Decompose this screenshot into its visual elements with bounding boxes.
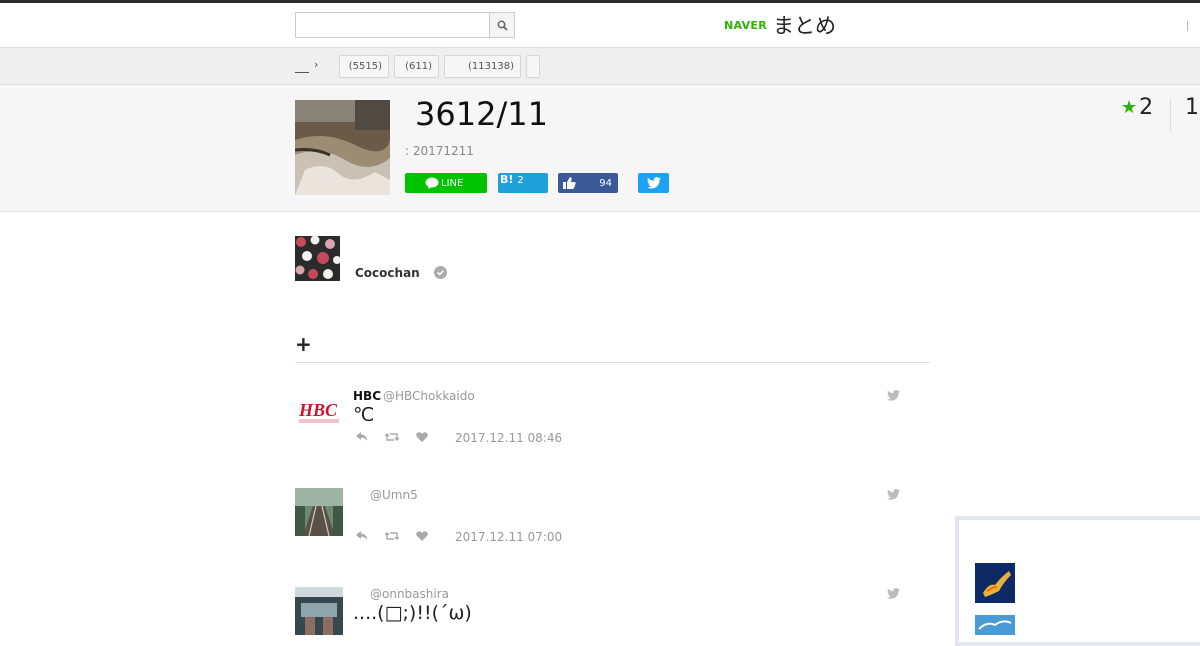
hatena-icon: B! [500, 173, 514, 186]
tweet-actions [353, 529, 443, 543]
tweet-handle[interactable]: @onnbashira [370, 587, 449, 601]
stats-divider [1170, 98, 1171, 132]
line-icon [425, 177, 439, 189]
verified-icon [434, 266, 447, 279]
line-share-button[interactable]: LINE [405, 173, 487, 193]
reply-icon[interactable] [353, 529, 371, 543]
tweet-handle: @HBChokkaido [383, 389, 475, 403]
star-icon: ★ [1121, 97, 1138, 118]
embedded-tweet: @onnbashira ....(□;)!!(´ω) [295, 587, 905, 635]
tweet-timestamp[interactable]: 2017.12.11 08:46 [455, 431, 562, 445]
page-title: 3612/11 [415, 95, 548, 133]
facebook-like-count: 94 [599, 177, 612, 189]
hatena-bookmark-button[interactable]: B! 2 [498, 173, 548, 193]
tweet-avatar[interactable]: HBC [295, 389, 343, 437]
logo-brand: NAVER [724, 18, 767, 32]
tweet-avatar[interactable] [295, 488, 343, 536]
search-button[interactable] [489, 12, 515, 38]
tweet-author[interactable]: HBC @HBChokkaido [353, 389, 475, 403]
tweet-actions [353, 430, 443, 444]
author-name[interactable]: Cocochan [355, 266, 420, 280]
article-date: : 20171211 [405, 144, 474, 158]
section-heading: + [295, 332, 312, 356]
reply-icon[interactable] [353, 430, 371, 444]
retweet-icon[interactable] [383, 430, 401, 444]
twitter-bird-icon[interactable] [887, 390, 900, 401]
heart-icon[interactable] [413, 430, 431, 444]
category-bar: › (5515) (611) (113138) [0, 48, 1200, 85]
article-header: 3612/11 : 20171211 LINE B! 2 94 ★ 2 1 [0, 85, 1200, 212]
retweet-icon[interactable] [383, 529, 401, 543]
category-pill[interactable]: (5515) [339, 55, 389, 78]
related-matome-panel [955, 516, 1200, 646]
article-thumbnail[interactable] [295, 100, 390, 195]
hatena-count: 2 [517, 175, 524, 186]
header-divider [1187, 21, 1188, 31]
heart-icon[interactable] [413, 529, 431, 543]
tweet-handle[interactable]: @Umn5 [370, 488, 418, 502]
author-avatar[interactable] [295, 236, 340, 281]
favorite-count[interactable]: ★ 2 [1121, 95, 1153, 120]
view-count: 1 [1185, 95, 1199, 120]
search-icon [497, 20, 508, 31]
embedded-tweet: @Umn5 2017.12.11 07:00 [295, 488, 905, 558]
logo-name: まとめ [772, 14, 836, 38]
thumbs-up-icon [563, 177, 576, 189]
tweet-avatar[interactable] [295, 587, 343, 635]
twitter-bird-icon [646, 177, 661, 189]
tweet-timestamp[interactable]: 2017.12.11 07:00 [455, 530, 562, 544]
twitter-bird-icon[interactable] [887, 489, 900, 500]
search-input[interactable] [295, 12, 490, 38]
embedded-tweet: HBC HBC @HBChokkaido ℃ 2017.12.11 08:46 [295, 389, 905, 459]
chevron-right-icon: › [314, 58, 319, 71]
category-pill[interactable]: (113138) [444, 55, 521, 78]
category-pill[interactable] [526, 55, 540, 78]
related-thumbnail[interactable] [975, 615, 1015, 635]
category-pill[interactable]: (611) [394, 55, 439, 78]
twitter-share-button[interactable] [638, 173, 669, 193]
line-share-label: LINE [441, 177, 464, 189]
section-divider [295, 362, 930, 363]
site-logo[interactable]: NAVER まとめ [724, 12, 836, 38]
tweet-text: ....(□;)!!(´ω) [353, 602, 472, 624]
svg-text:HBC: HBC [298, 400, 338, 420]
facebook-like-button[interactable]: 94 [558, 173, 618, 193]
tweet-text: ℃ [353, 404, 375, 426]
breadcrumb-home[interactable] [295, 59, 309, 73]
twitter-bird-icon[interactable] [887, 588, 900, 599]
related-thumbnail[interactable] [975, 563, 1015, 603]
site-header: NAVER まとめ [0, 3, 1200, 48]
